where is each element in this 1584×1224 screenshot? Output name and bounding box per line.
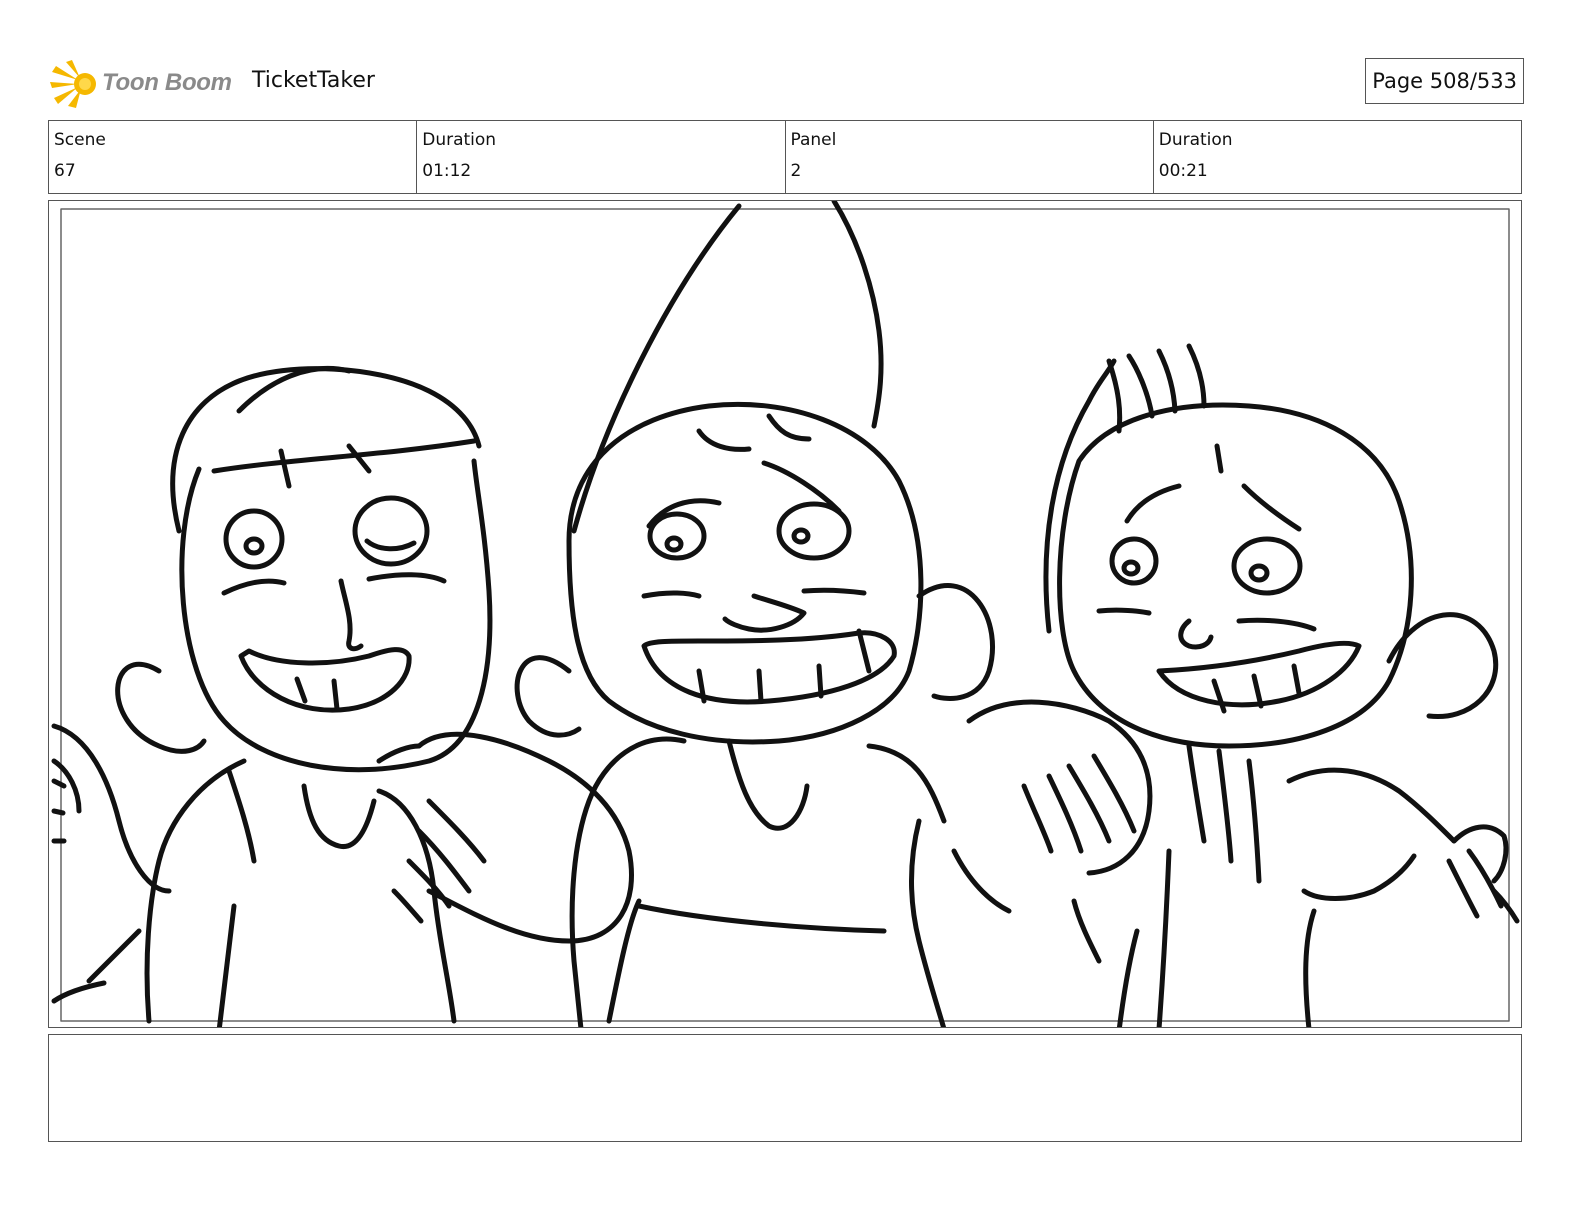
storyboard-panel [48,200,1522,1028]
panel-duration-cell: Duration 00:21 [1152,121,1521,193]
scene-duration-label: Duration [422,130,497,150]
toon-boom-logo: Toon Boom [48,58,232,108]
panel-cell: Panel 2 [784,121,1153,193]
page-indicator: Page 508/533 [1365,58,1524,104]
center-boy-sketch [376,201,995,1027]
panel-duration-value: 00:21 [1158,161,1208,181]
storyboard-sketch-icon [51,201,1520,1027]
logo-burst-icon [50,60,96,108]
panel-notes-box [48,1034,1522,1142]
left-boy-sketch [51,365,493,1027]
page-header: Toon Boom TicketTaker Page 508/533 [48,58,1524,108]
panel-value: 2 [790,161,802,181]
scene-duration-value: 01:12 [422,161,472,181]
project-title: TicketTaker [252,68,375,93]
scene-value: 67 [54,161,76,181]
panel-duration-label: Duration [1158,130,1233,150]
logo-text: Toon Boom [102,69,232,96]
right-boy-sketch [909,343,1520,1027]
scene-info-table: Scene 67 Duration 01:12 Panel 2 Duration… [48,120,1522,194]
scene-cell: Scene 67 [49,121,416,193]
scene-duration-cell: Duration 01:12 [416,121,784,193]
scene-label: Scene [54,130,106,150]
panel-label: Panel [790,130,837,150]
